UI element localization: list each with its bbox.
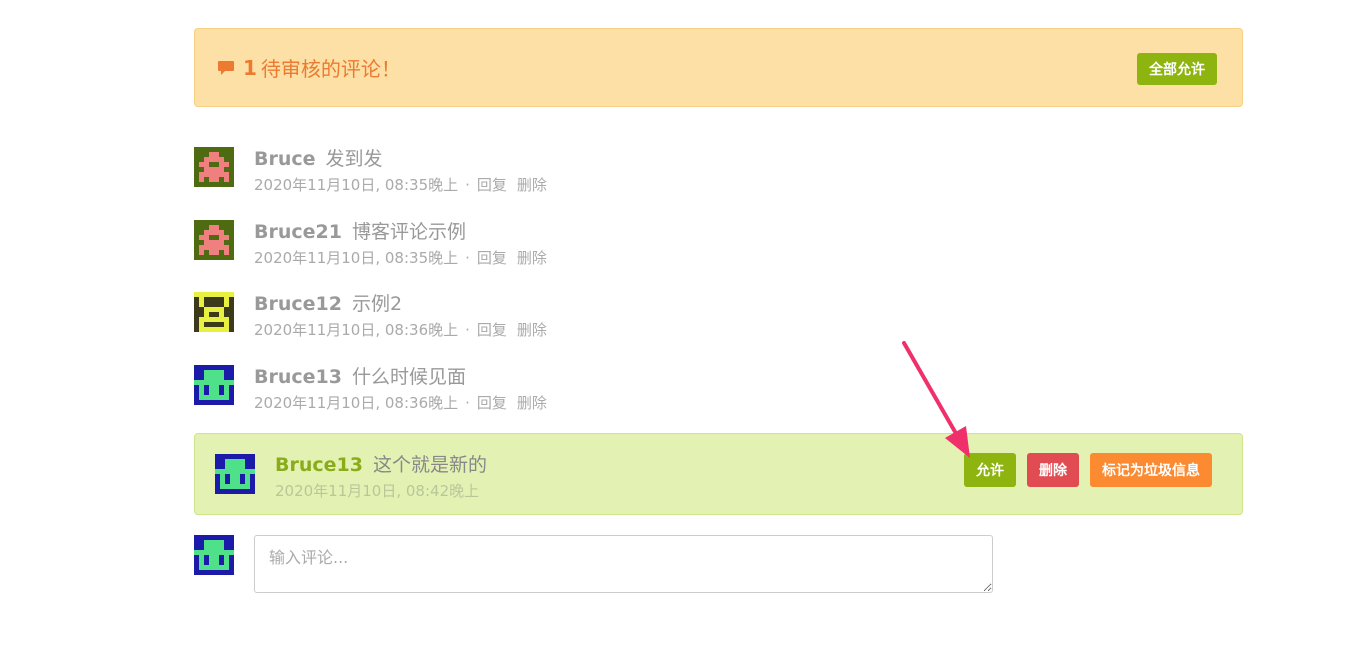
pending-comment-date: 2020年11月10日, 08:42晚上 — [275, 482, 480, 500]
comment-author: Bruce21 博客评论示例 — [254, 221, 466, 243]
reply-link[interactable]: 回复 — [477, 176, 507, 194]
comment-meta: 2020年11月10日, 08:36晚上 · 回复 删除 — [254, 321, 547, 339]
reply-link[interactable]: 回复 — [477, 394, 507, 412]
comment-author: Bruce12 示例2 — [254, 293, 403, 315]
reply-link[interactable]: 回复 — [477, 321, 507, 339]
pending-title: 1 待审核的评论！ — [217, 53, 401, 82]
comment-author: Bruce13 什么时候见面 — [254, 366, 466, 388]
avatar — [194, 220, 234, 260]
comment-text: 发到发 — [325, 148, 383, 170]
comment-date: 2020年11月10日, 08:35晚上 — [254, 249, 459, 267]
comment-meta: 2020年11月10日, 08:35晚上 · 回复 删除 — [254, 176, 547, 194]
delete-link[interactable]: 删除 — [517, 249, 547, 267]
avatar — [194, 535, 234, 575]
comment-text: 什么时候见面 — [351, 366, 466, 388]
avatar — [215, 454, 255, 494]
avatar — [194, 292, 234, 332]
mark-spam-button[interactable]: 标记为垃圾信息 — [1090, 453, 1212, 487]
approve-all-button[interactable]: 全部允许 — [1137, 53, 1217, 85]
delete-link[interactable]: 删除 — [517, 321, 547, 339]
delete-link[interactable]: 删除 — [517, 394, 547, 412]
pending-title-text: 待审核的评论！ — [260, 57, 401, 81]
comment-meta: 2020年11月10日, 08:35晚上 · 回复 删除 — [254, 249, 547, 267]
allow-button[interactable]: 允许 — [964, 453, 1016, 487]
comment-date: 2020年11月10日, 08:36晚上 — [254, 394, 459, 412]
pending-comment-author: Bruce13 这个就是新的 — [275, 454, 487, 476]
comment-date: 2020年11月10日, 08:36晚上 — [254, 321, 459, 339]
comment-date: 2020年11月10日, 08:35晚上 — [254, 176, 459, 194]
delete-button[interactable]: 删除 — [1027, 453, 1079, 487]
pending-comment-text: 这个就是新的 — [372, 454, 487, 476]
pending-comments-banner: 1 待审核的评论！ 全部允许 — [194, 28, 1243, 107]
comment-author: Bruce 发到发 — [254, 148, 383, 170]
comment-input[interactable] — [254, 535, 993, 593]
reply-link[interactable]: 回复 — [477, 249, 507, 267]
pending-count: 1 — [243, 55, 257, 80]
avatar — [194, 147, 234, 187]
comment-text: 博客评论示例 — [351, 221, 466, 243]
comment-meta: 2020年11月10日, 08:36晚上 · 回复 删除 — [254, 394, 547, 412]
delete-link[interactable]: 删除 — [517, 176, 547, 194]
comment-text: 示例2 — [351, 293, 403, 315]
pending-comment: Bruce13 这个就是新的 2020年11月10日, 08:42晚上 允许 删除… — [194, 433, 1243, 515]
avatar — [194, 365, 234, 405]
comment-icon — [218, 60, 234, 75]
